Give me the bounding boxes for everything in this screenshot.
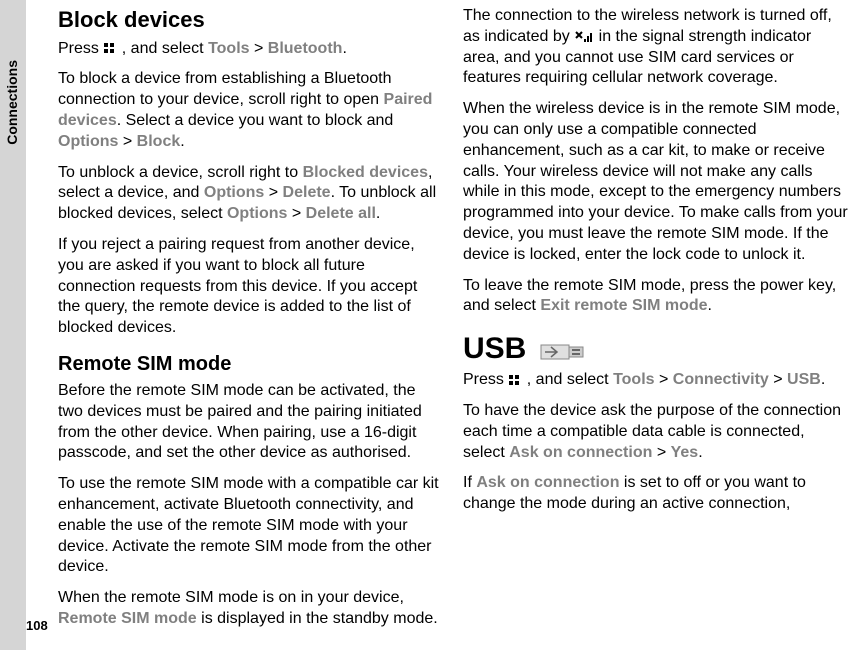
remote-sim-p1: Before the remote SIM mode can be activa…	[58, 381, 443, 464]
menu-key-icon	[508, 374, 522, 386]
label-bluetooth: Bluetooth	[268, 40, 343, 57]
label-options: Options	[227, 205, 287, 222]
label-connectivity: Connectivity	[673, 371, 769, 388]
label-delete: Delete	[283, 184, 331, 201]
sidebar: Connections	[0, 0, 26, 650]
label-tools: Tools	[208, 40, 249, 57]
label-delete-all: Delete all	[306, 205, 376, 222]
label-options: Options	[204, 184, 264, 201]
block-devices-p2: To block a device from establishing a Bl…	[58, 69, 443, 152]
remote-sim-p5: To leave the remote SIM mode, press the …	[463, 276, 848, 318]
label-exit-remote-sim: Exit remote SIM mode	[540, 297, 707, 314]
usb-p3: If Ask on connection is set to off or yo…	[463, 473, 848, 515]
label-yes: Yes	[671, 444, 699, 461]
block-devices-p3: To unblock a device, scroll right to Blo…	[58, 163, 443, 225]
heading-block-devices: Block devices	[58, 6, 443, 35]
block-devices-p1: Press , and select Tools > Bluetooth.	[58, 39, 443, 60]
menu-key-icon	[103, 42, 117, 54]
heading-remote-sim: Remote SIM mode	[58, 351, 443, 377]
block-devices-p4: If you reject a pairing request from ano…	[58, 235, 443, 339]
usb-cable-icon	[539, 336, 587, 364]
remote-sim-p4: When the wireless device is in the remot…	[463, 99, 848, 265]
heading-usb: USB	[463, 329, 848, 368]
label-blocked-devices: Blocked devices	[303, 164, 428, 181]
label-ask-on-connection: Ask on connection	[476, 474, 619, 491]
label-tools: Tools	[613, 371, 654, 388]
signal-x-icon	[574, 30, 594, 44]
usb-p2: To have the device ask the purpose of th…	[463, 401, 848, 463]
label-usb: USB	[787, 371, 821, 388]
page-content: Block devices Press , and select Tools >…	[58, 6, 848, 636]
page-number: 108	[26, 618, 48, 635]
usb-p1: Press , and select Tools > Connectivity …	[463, 370, 848, 391]
sidebar-section-label: Connections	[3, 60, 21, 145]
label-ask-on-connection: Ask on connection	[509, 444, 652, 461]
remote-sim-p2: To use the remote SIM mode with a compat…	[58, 474, 443, 578]
label-remote-sim-mode: Remote SIM mode	[58, 610, 197, 627]
label-options: Options	[58, 133, 118, 150]
label-block: Block	[137, 133, 181, 150]
